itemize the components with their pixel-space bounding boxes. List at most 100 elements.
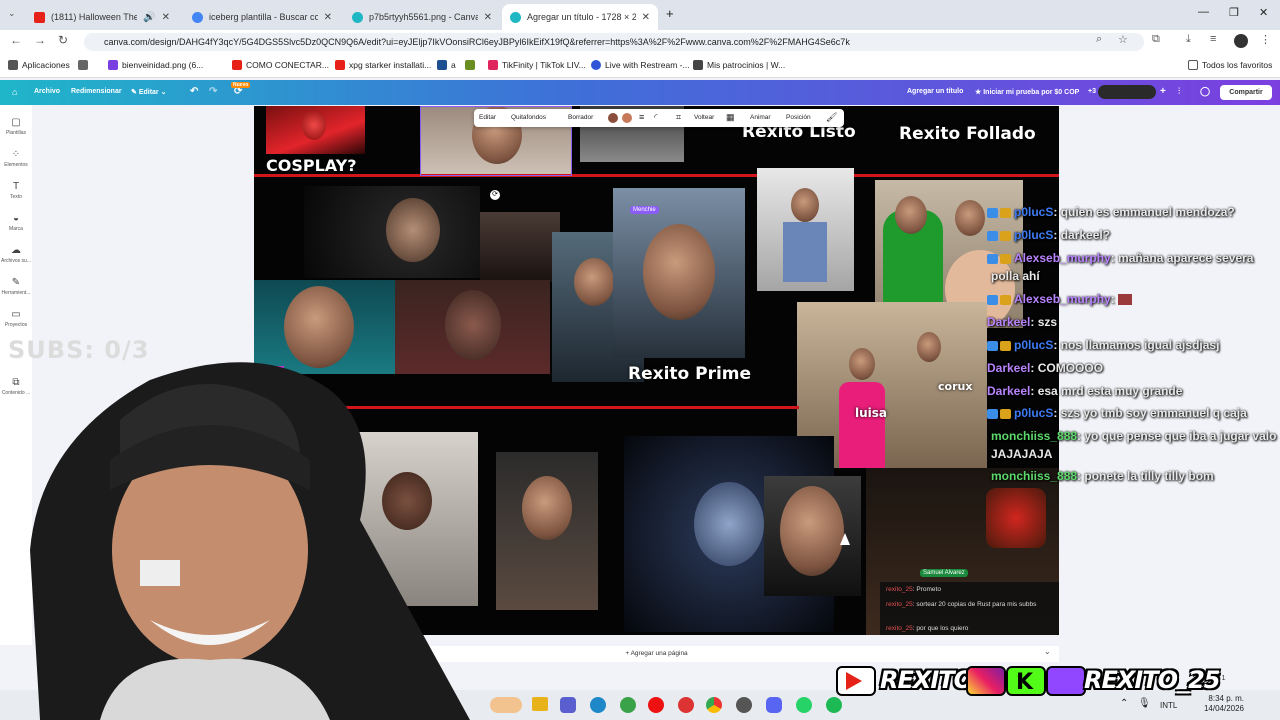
all-bookmarks[interactable]: Todos los favoritos (1188, 60, 1272, 70)
media-icon[interactable]: ≡ (1210, 33, 1216, 45)
comment-icon[interactable]: ◯ (1200, 86, 1210, 97)
share-button[interactable]: Compartir (1220, 85, 1272, 100)
close-window-button[interactable]: ✕ (1259, 6, 1268, 19)
text-luisa[interactable]: luisa (855, 406, 887, 420)
color-swatch[interactable] (608, 113, 618, 123)
app-icon[interactable] (678, 697, 694, 713)
chrome-icon[interactable] (706, 697, 722, 713)
home-icon[interactable]: ⌂ (12, 87, 17, 97)
app-icon[interactable] (490, 697, 522, 713)
toolbar-voltear[interactable]: Voltear (694, 114, 714, 121)
forward-icon[interactable]: → (34, 33, 46, 47)
collaborator-avatars[interactable] (1098, 85, 1156, 99)
bookmark-6[interactable]: TikFinity | TikTok LIV... (488, 60, 586, 70)
bookmark-2[interactable]: COMO CONECTAR... (232, 60, 329, 70)
app-icon[interactable] (736, 697, 752, 713)
text-corux[interactable]: corux (938, 380, 972, 393)
toolbar-editar[interactable]: Editar (479, 114, 496, 121)
chevron-down-icon[interactable]: ⌄ (1044, 647, 1058, 659)
tab-canva-active[interactable]: Agregar un título - 1728 × 214 ✕ (502, 4, 658, 30)
transparency-icon[interactable]: ▦ (726, 112, 735, 123)
language-indicator[interactable]: INTL (1160, 701, 1177, 710)
redo-icon[interactable]: ↷ (209, 86, 217, 97)
chart-icon[interactable]: ⫶ (1178, 86, 1180, 97)
edge-icon[interactable] (590, 697, 606, 713)
url-field[interactable]: canva.com/design/DAHG4fY3qcY/5G4DGS5Slvc… (84, 33, 1144, 51)
photo-cap[interactable] (496, 452, 598, 610)
back-icon[interactable]: ← (10, 33, 22, 47)
menu-redimensionar[interactable]: Redimensionar (71, 88, 122, 95)
close-icon[interactable]: ✕ (484, 12, 492, 23)
bookmark-3[interactable]: xpg starker installati... (335, 60, 431, 70)
photo-cosplay[interactable] (266, 106, 365, 154)
chat-user: Darkeel (987, 384, 1031, 398)
menu-icon[interactable]: ⋮ (1260, 33, 1271, 46)
toolbar-animar[interactable]: Animar (750, 114, 771, 121)
photo-dark[interactable] (304, 186, 480, 278)
text-rexito-follado[interactable]: Rexito Follado (899, 124, 1036, 144)
discord-icon[interactable] (766, 697, 782, 713)
menu-editar[interactable]: ✎ Editar ⌄ (131, 88, 166, 96)
sidebar-label: Elementos (4, 162, 28, 168)
bookmark-grid[interactable] (78, 60, 88, 70)
new-tab-button[interactable]: + (666, 6, 674, 21)
sidebar-item-archivos[interactable]: ☁ Archivos su... (0, 245, 32, 264)
add-page-button[interactable]: + Agregar una página (625, 650, 687, 657)
sidebar-item-proyectos[interactable]: ▭ Proyectos (0, 309, 32, 328)
trial-button[interactable]: ★ Iniciar mi prueba por $0 COP (975, 88, 1079, 96)
paint-icon[interactable]: 🖌 (826, 112, 837, 123)
folder-icon[interactable] (532, 697, 548, 711)
undo-icon[interactable]: ↶ (190, 86, 198, 97)
chat-line: p0lucS: darkeel? (987, 228, 1110, 242)
text-rexito-prime[interactable]: Rexito Prime (628, 364, 751, 384)
sidebar-item-herramientas[interactable]: ✎ Herramient... (0, 277, 32, 296)
reload-icon[interactable]: ↻ (58, 33, 68, 47)
toolbar-borrador[interactable]: Borrador (568, 114, 593, 121)
chat-line: Alexseb_murphy: mañana aparece severa (987, 251, 1253, 265)
speaker-icon[interactable]: 🔊 (143, 12, 155, 23)
bookmark-8[interactable]: Mis patrocinios | W... (693, 60, 785, 70)
corner-icon[interactable]: ◜ (654, 112, 658, 123)
toolbar-quitafondos[interactable]: Quitafondos (511, 114, 546, 121)
opera-icon[interactable] (648, 697, 664, 713)
bookmark-star-icon[interactable]: ☆ (1118, 33, 1128, 46)
tab-youtube[interactable]: (1811) Halloween Theme S 🔊 ✕ (26, 4, 178, 30)
minimize-button[interactable]: — (1198, 6, 1209, 18)
color-swatch[interactable] (622, 113, 632, 123)
restore-button[interactable]: ❐ (1229, 6, 1239, 19)
download-icon[interactable]: ⤓ (1186, 33, 1191, 46)
bookmark-5[interactable] (465, 60, 475, 70)
bookmark-4[interactable]: a (437, 60, 456, 70)
chat-line: JAJAJAJA (991, 447, 1052, 461)
crop-icon[interactable]: ⌗ (676, 112, 681, 123)
app-icon[interactable] (620, 697, 636, 713)
teams-icon[interactable] (560, 697, 576, 713)
tab-google[interactable]: iceberg plantilla - Buscar con G ✕ (184, 4, 340, 30)
profile-avatar[interactable] (1234, 34, 1248, 48)
tab-canva-png[interactable]: p7b5rtyyh5561.png - Canva ✕ (344, 4, 500, 30)
bookmark-1[interactable]: bienveinidad.png (6... (108, 60, 203, 70)
close-icon[interactable]: ✕ (324, 12, 332, 23)
lines-icon[interactable]: ≡ (639, 112, 644, 122)
bookmark-7[interactable]: Live with Restream -... (591, 60, 690, 70)
photo-shrug[interactable] (757, 168, 854, 291)
design-title[interactable]: Agregar un título (907, 88, 963, 95)
photo-dark-2[interactable] (480, 212, 560, 282)
collaborator-count[interactable]: +3 (1088, 88, 1096, 95)
close-icon[interactable]: ✕ (642, 12, 650, 23)
extensions-icon[interactable]: ⧉ (1152, 33, 1160, 46)
text-cosplay[interactable]: COSPLAY? (266, 156, 357, 175)
menu-archivo[interactable]: Archivo (34, 88, 60, 95)
sidebar-item-elementos[interactable]: ⁘ Elementos (0, 149, 32, 168)
tab-list-icon[interactable]: ⌄ (8, 8, 16, 19)
sidebar-item-plantillas[interactable]: ▢ Plantillas (0, 117, 32, 136)
bookmark-apps[interactable]: Aplicaciones (8, 60, 70, 70)
sidebar-item-marca[interactable]: ◒ Marca (0, 213, 32, 232)
whatsapp-icon[interactable] (796, 697, 812, 713)
sidebar-item-texto[interactable]: T Texto (0, 181, 32, 200)
close-icon[interactable]: ✕ (162, 12, 170, 23)
zoom-icon[interactable]: ⌕ (1096, 33, 1102, 46)
add-collaborator-icon[interactable]: + (1160, 86, 1166, 97)
rotate-handle-icon[interactable]: ⟳ (490, 190, 500, 200)
toolbar-posicion[interactable]: Posición (786, 114, 811, 121)
